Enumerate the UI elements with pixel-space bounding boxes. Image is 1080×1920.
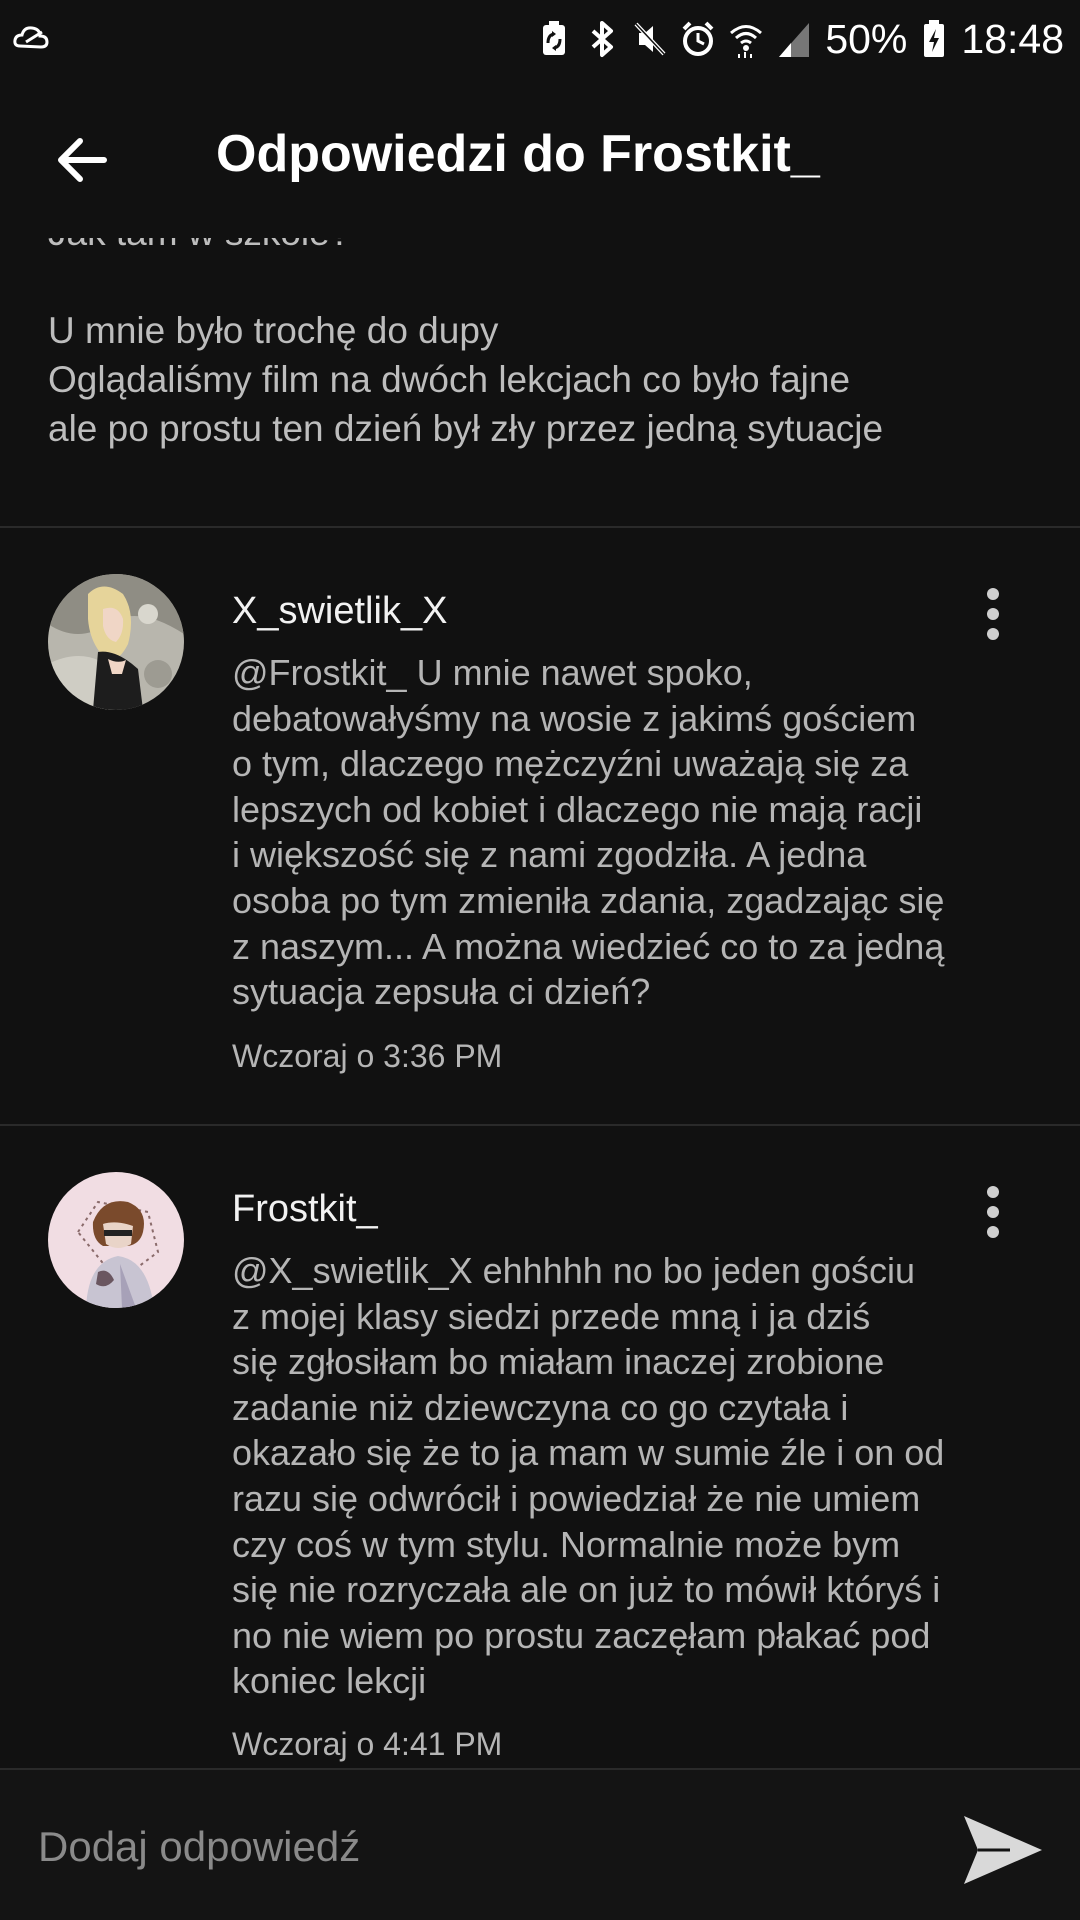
battery-percent: 50% — [825, 15, 908, 62]
comment-line: czy coś w tym stylu. Normalnie może bym — [232, 1523, 901, 1565]
comment-line: okazało się że to ja mam w sumie źle i o… — [232, 1432, 945, 1474]
mute-icon — [634, 22, 666, 56]
send-icon[interactable] — [960, 1810, 1046, 1890]
post-line: ale po prostu ten dzień był zły przez je… — [48, 408, 884, 449]
comment-line: razu się odwrócił i powiedział że nie um… — [232, 1477, 921, 1519]
reply-input[interactable] — [36, 1810, 920, 1884]
comment-text: @X_swietlik_X ehhhhh no bo jeden gościu … — [232, 1248, 1052, 1704]
clock-time: 18:48 — [961, 15, 1064, 62]
comment-line: lepszych od kobiet i dlaczego nie mają r… — [232, 788, 923, 830]
battery-saver-icon — [543, 21, 566, 55]
screen: 50% 18:48 Odpowiedzi do Frostkit_ Jak ta… — [0, 0, 1080, 1920]
app-bar: Odpowiedzi do Frostkit_ — [0, 78, 1080, 238]
avatar-image — [48, 1172, 184, 1308]
post-line: U mnie było trochę do dupy — [48, 310, 499, 351]
wifi-icon — [730, 25, 763, 58]
post-line: Oglądaliśmy film na dwóch lekcjach co by… — [48, 359, 851, 400]
battery-icon — [924, 20, 945, 57]
original-post-text: Jak tam w szkole? U mnie było trochę do … — [48, 238, 1048, 453]
comment-line: osoba po tym zmieniła zdania, zgadzając … — [232, 879, 945, 921]
comment-item: Frostkit_ @X_swietlik_X ehhhhh no bo jed… — [0, 1172, 1080, 1762]
cloud-icon — [13, 26, 49, 49]
comment-timestamp: Wczoraj o 4:41 PM — [232, 1726, 503, 1762]
divider — [0, 1124, 1080, 1126]
comment-username[interactable]: Frostkit_ — [232, 1188, 378, 1231]
comment-line: z mojej klasy siedzi przede mną i ja dzi… — [232, 1295, 871, 1337]
avatar[interactable] — [48, 574, 184, 710]
avatar[interactable] — [48, 1172, 184, 1308]
avatar-image — [48, 574, 184, 710]
comment-timestamp: Wczoraj o 3:36 PM — [232, 1038, 503, 1074]
comment-line: zadanie niż dziewczyna co go czytała i — [232, 1386, 849, 1428]
status-bar: 50% 18:48 — [0, 0, 1080, 78]
more-options-icon[interactable] — [970, 1182, 1016, 1242]
post-line: Jak tam w szkole? — [48, 238, 1048, 257]
replies-list[interactable]: Jak tam w szkole? U mnie było trochę do … — [0, 238, 1080, 1768]
status-icons: 50% 18:48 — [537, 12, 1064, 66]
comment-line: się zgłosiłam bo miałam inaczej zrobione — [232, 1341, 885, 1383]
comment-username[interactable]: X_swietlik_X — [232, 590, 447, 633]
comment-line: koniec lekcji — [232, 1660, 427, 1702]
bluetooth-icon — [591, 21, 614, 57]
comment-line: no nie wiem po prostu zaczęłam płakać po… — [232, 1614, 931, 1656]
comment-line: @X_swietlik_X ehhhhh no bo jeden gościu — [232, 1250, 915, 1291]
comment-line: sytuacja zepsuła ci dzień? — [232, 971, 651, 1013]
comment-text: @Frostkit_ U mnie nawet spoko, debatował… — [232, 650, 1052, 1015]
comment-item: X_swietlik_X @Frostkit_ U mnie nawet spo… — [0, 574, 1080, 1074]
more-options-icon[interactable] — [970, 584, 1016, 644]
signal-icon — [779, 23, 810, 57]
divider — [0, 526, 1080, 528]
alarm-icon — [682, 21, 714, 56]
comment-line: z naszym... A można wiedzieć co to za je… — [232, 925, 945, 967]
post-line-blank — [48, 257, 1048, 306]
comment-line: @Frostkit_ U mnie nawet spoko, — [232, 652, 753, 693]
reply-bar — [0, 1768, 1080, 1920]
arrow-back-icon[interactable] — [52, 130, 112, 190]
page-title: Odpowiedzi do Frostkit_ — [216, 125, 820, 183]
comment-line: debatowałyśmy na wosie z jakimś gościem — [232, 697, 917, 739]
comment-line: o tym, dlaczego mężczyźni uważają się za — [232, 743, 909, 785]
comment-line: i większość się z nami zgodziła. A jedna — [232, 834, 867, 876]
comment-line: się nie rozryczała ale on już to mówił k… — [232, 1569, 941, 1611]
